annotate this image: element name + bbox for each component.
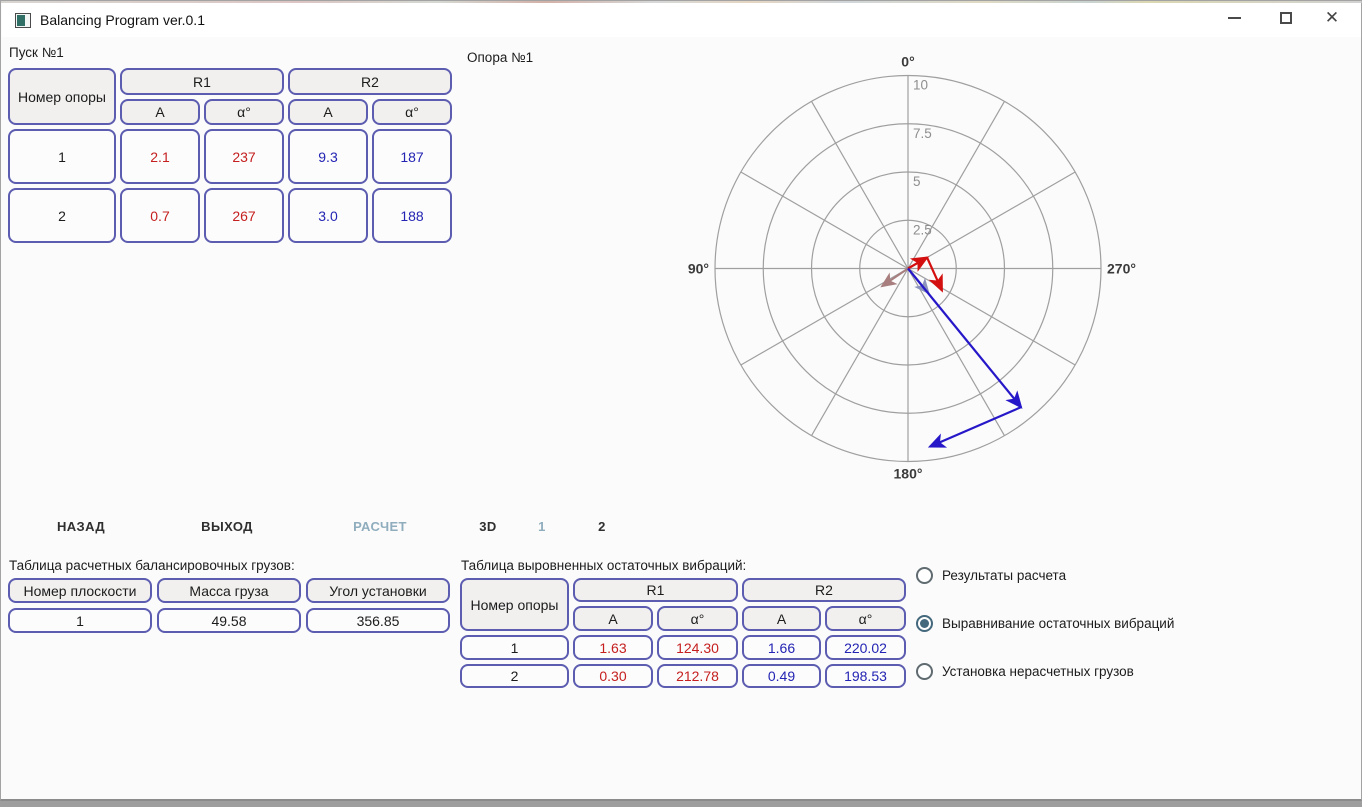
r2-amplitude-cell[interactable]: 9.3 [288,129,368,184]
close-icon: ✕ [1325,8,1339,28]
support-label: Опора №1 [467,50,533,65]
close-button[interactable]: ✕ [1309,1,1355,35]
radio-noncalc-weights[interactable]: Установка нерасчетных грузов [916,662,1134,680]
nav-exit-button[interactable]: ВЫХОД [201,519,253,535]
col-header-r2-ang: α° [372,99,452,125]
radio-icon [916,615,933,632]
col-header-r1: R1 [573,578,738,602]
col-header-angle: Угол установки [306,578,450,603]
svg-text:270°: 270° [1107,261,1136,277]
radio-label: Установка нерасчетных грузов [942,664,1134,679]
col-header-plane: Номер плоскости [8,578,152,603]
r2-angle-cell[interactable]: 187 [372,129,452,184]
svg-text:0°: 0° [901,54,914,70]
nav-3d-button[interactable]: 3D [479,519,496,535]
svg-text:10: 10 [913,78,928,93]
radio-calc-results[interactable]: Результаты расчета [916,566,1066,584]
radio-icon [916,663,933,680]
plane-number-cell: 1 [8,608,152,633]
weight-mass-cell: 49.58 [157,608,301,633]
maximize-icon [1280,12,1292,24]
r2-residual-amp-cell: 0.49 [742,664,821,688]
maximize-button[interactable] [1263,1,1309,35]
r1-residual-amp-cell: 0.30 [573,664,653,688]
nav-calc-button[interactable]: РАСЧЕТ [353,519,407,535]
svg-text:2.5: 2.5 [913,222,932,237]
col-header-r1-amp: A [573,606,653,631]
svg-text:7.5: 7.5 [913,126,932,141]
r2-residual-amp-cell: 1.66 [742,635,821,660]
r2-residual-ang-cell: 198.53 [825,664,906,688]
col-header-r2: R2 [288,68,452,95]
col-header-r1: R1 [120,68,284,95]
nav-page-2-button[interactable]: 2 [598,519,606,535]
svg-text:90°: 90° [688,261,709,277]
nav-back-button[interactable]: НАЗАД [57,519,105,535]
r2-amplitude-cell[interactable]: 3.0 [288,188,368,243]
col-header-r2: R2 [742,578,906,602]
col-header-support: Номер опоры [8,68,116,125]
col-header-support: Номер опоры [460,578,569,631]
weights-table-title: Таблица расчетных балансировочных грузов… [9,558,295,573]
support-number-cell: 2 [460,664,569,688]
r1-residual-ang-cell: 124.30 [657,635,738,660]
app-icon [15,13,31,28]
radio-residual-leveling[interactable]: Выравнивание остаточных вибраций [916,614,1174,632]
window-title: Balancing Program ver.0.1 [40,12,205,28]
nav-page-1-button[interactable]: 1 [538,519,546,535]
app-window: Balancing Program ver.0.1 ✕ Пуск №1 Опор… [0,0,1362,801]
r1-angle-cell[interactable]: 267 [204,188,284,243]
r1-residual-ang-cell: 212.78 [657,664,738,688]
col-header-r2-amp: A [288,99,368,125]
col-header-r2-amp: A [742,606,821,631]
titlebar: Balancing Program ver.0.1 [2,3,1361,37]
r1-residual-amp-cell: 1.63 [573,635,653,660]
r2-angle-cell[interactable]: 188 [372,188,452,243]
residual-vibrations-table: Номер опоры R1 R2 A α° A α° 1 1.63 124.3… [460,578,906,688]
r1-angle-cell[interactable]: 237 [204,129,284,184]
radio-label: Результаты расчета [942,568,1066,583]
r1-amplitude-cell[interactable]: 2.1 [120,129,200,184]
support-number-cell: 1 [460,635,569,660]
start-measurements-table: Номер опоры R1 R2 A α° A α° 1 2.1 237 9.… [8,68,452,243]
r1-amplitude-cell[interactable]: 0.7 [120,188,200,243]
radio-label: Выравнивание остаточных вибраций [942,616,1174,631]
col-header-r1-amp: A [120,99,200,125]
radio-icon [916,567,933,584]
minimize-icon [1228,17,1241,19]
col-header-mass: Масса груза [157,578,301,603]
run-label: Пуск №1 [9,45,64,60]
r2-residual-ang-cell: 220.02 [825,635,906,660]
support-number-cell: 2 [8,188,116,243]
col-header-r1-ang: α° [657,606,738,631]
col-header-r2-ang: α° [825,606,906,631]
minimize-button[interactable] [1211,1,1257,35]
svg-text:5: 5 [913,174,921,189]
weight-angle-cell: 356.85 [306,608,450,633]
residual-table-title: Таблица выровненных остаточных вибраций: [461,558,746,573]
svg-text:180°: 180° [894,466,923,482]
support-number-cell: 1 [8,129,116,184]
col-header-r1-ang: α° [204,99,284,125]
balancing-weights-table: Номер плоскости Масса груза Угол установ… [8,578,450,633]
